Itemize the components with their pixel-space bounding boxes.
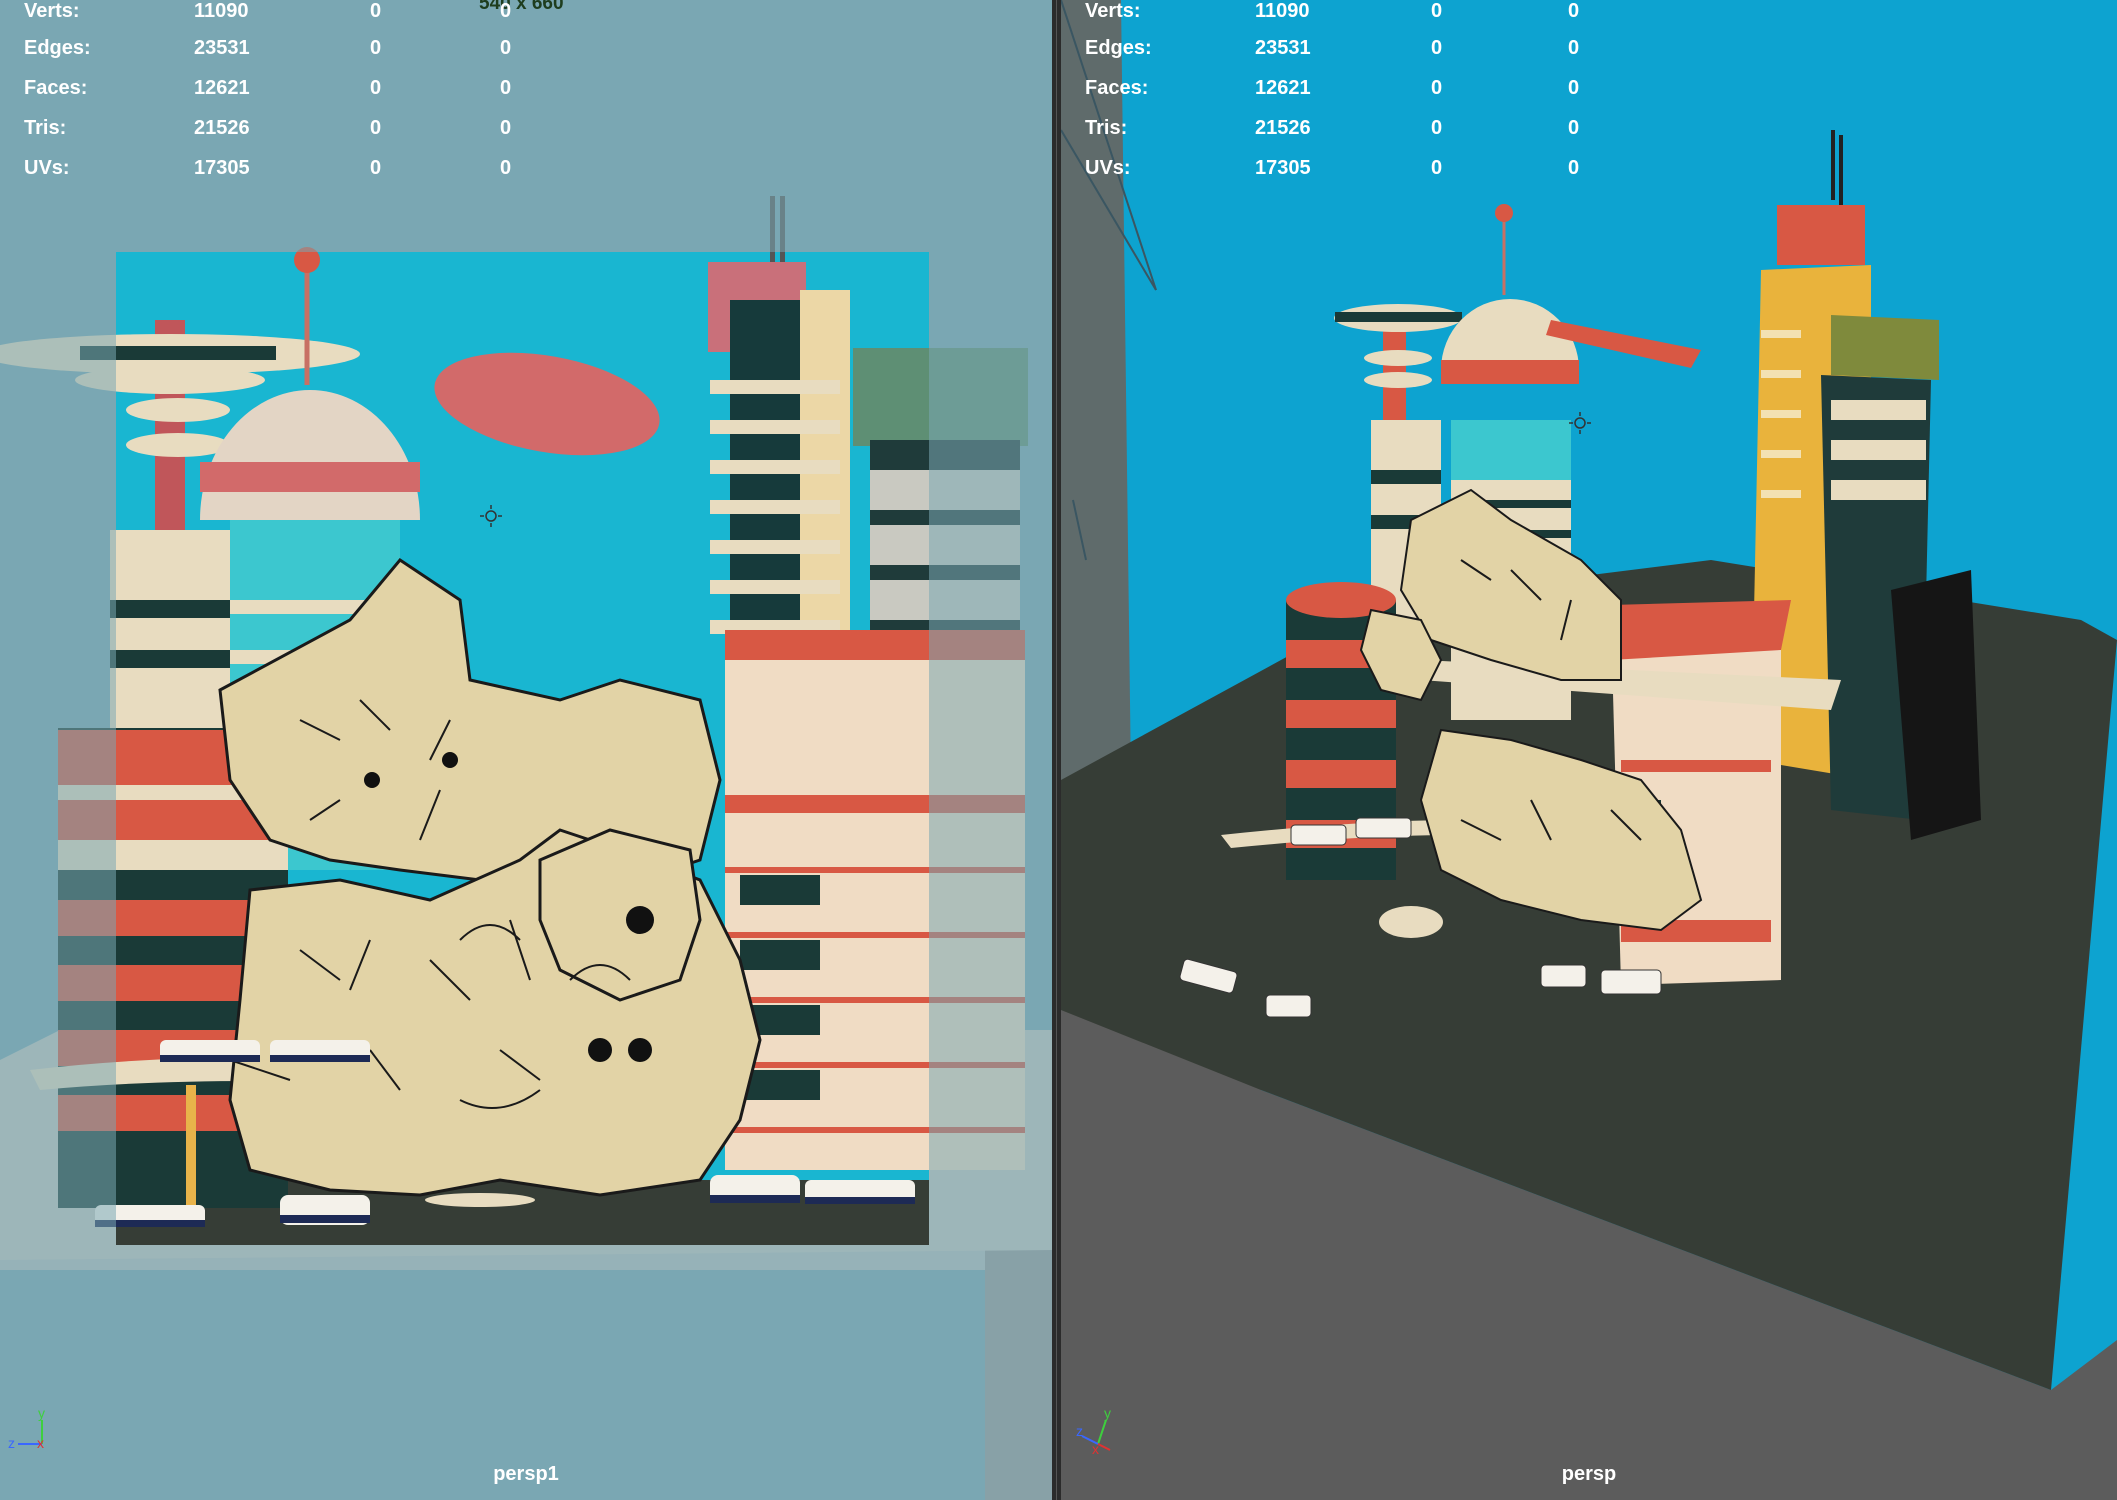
stat-value: 0 <box>370 77 382 99</box>
stat-value: 0 <box>1568 117 1580 139</box>
camera-name-label: persp <box>1561 1463 1617 1485</box>
scene-render-right[interactable] <box>1061 0 2117 1500</box>
axis-gizmo-icon: y z x <box>8 1405 45 1451</box>
axis-x-label: x <box>1092 1441 1099 1456</box>
stat-label: Edges: <box>1085 37 1152 59</box>
stat-value: 11090 <box>194 0 249 22</box>
stat-value: 0 <box>370 117 382 139</box>
stat-value: 0 <box>1568 77 1580 99</box>
resolution-gate-label: 540 x 660 <box>479 0 564 14</box>
axis-gizmo-icon: y z x <box>1076 1405 1111 1457</box>
stat-value: 0 <box>500 37 512 59</box>
stat-label: UVs: <box>1085 157 1131 179</box>
stat-label: Tris: <box>1085 117 1128 139</box>
stat-value: 0 <box>370 0 382 22</box>
stat-value: 21526 <box>194 117 250 139</box>
stat-value: 0 <box>1568 0 1580 22</box>
axis-indicator-right: y z x <box>1076 1405 1126 1457</box>
stat-value: 23531 <box>1255 37 1311 59</box>
stat-value: 0 <box>1568 37 1580 59</box>
viewport-persp1[interactable]: 540 x 660 Verts: 11090 0 0 Edges: 23531 … <box>0 0 1052 1500</box>
camera-name-label: persp1 <box>493 1463 559 1485</box>
stat-value: 17305 <box>194 157 250 179</box>
axis-indicator-left: y z x <box>6 1405 56 1456</box>
stat-value: 0 <box>370 157 382 179</box>
viewport-splitter[interactable] <box>1052 0 1061 1500</box>
scene-render-left[interactable] <box>0 0 1052 1500</box>
stat-value: 0 <box>500 0 512 22</box>
stat-value: 11090 <box>1255 0 1310 22</box>
stat-value: 21526 <box>1255 117 1311 139</box>
axis-z-label: z <box>1076 1423 1083 1439</box>
stat-value: 0 <box>1431 77 1443 99</box>
stat-label: UVs: <box>24 157 70 179</box>
stat-value: 0 <box>370 37 382 59</box>
viewport-persp[interactable]: Verts: 11090 0 0 Edges: 23531 0 0 Faces:… <box>1061 0 2117 1500</box>
stat-value: 0 <box>500 77 512 99</box>
stat-label: Faces: <box>24 77 88 99</box>
stat-value: 23531 <box>194 37 250 59</box>
stat-label: Tris: <box>24 117 67 139</box>
stat-value: 0 <box>1431 37 1443 59</box>
stat-value: 0 <box>1568 157 1580 179</box>
axis-y-label: y <box>1104 1406 1111 1421</box>
stat-value: 17305 <box>1255 157 1311 179</box>
stat-value: 0 <box>500 157 512 179</box>
stat-label: Verts: <box>24 0 80 22</box>
stat-label: Faces: <box>1085 77 1149 99</box>
directional-light-icon[interactable] <box>480 505 502 527</box>
stat-value: 0 <box>1431 0 1443 22</box>
stat-value: 0 <box>1431 117 1443 139</box>
axis-y-label: y <box>38 1406 45 1421</box>
axis-x-label: x <box>37 1435 44 1451</box>
stat-label: Verts: <box>1085 0 1141 22</box>
directional-light-icon[interactable] <box>1569 412 1591 434</box>
stat-value: 0 <box>1431 157 1443 179</box>
axis-z-label: z <box>8 1435 15 1451</box>
stat-label: Edges: <box>24 37 91 59</box>
stat-value: 12621 <box>1255 77 1311 99</box>
stat-value: 0 <box>500 117 512 139</box>
stat-value: 12621 <box>194 77 250 99</box>
